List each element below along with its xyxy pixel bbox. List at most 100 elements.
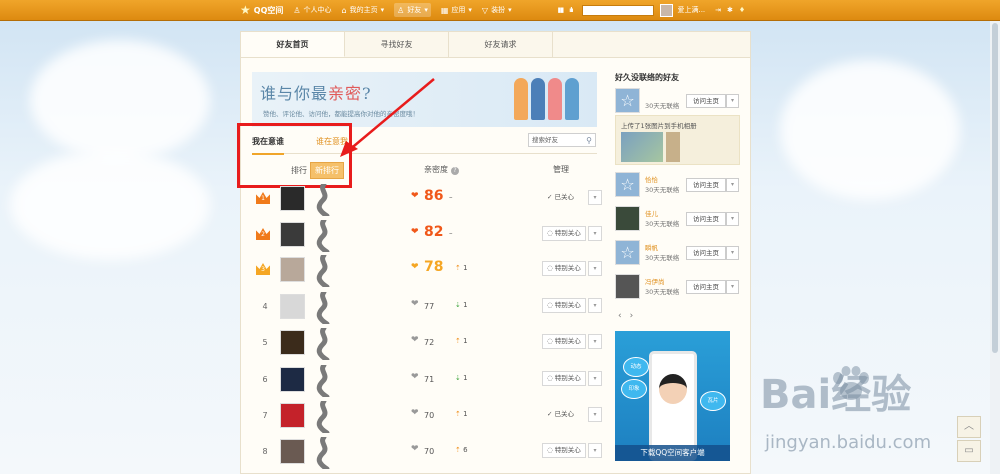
- visit-home-button[interactable]: 访问主页: [686, 178, 726, 192]
- nav-label: 我的主页: [349, 6, 378, 14]
- manage-dropdown[interactable]: ▾: [588, 298, 602, 313]
- chevron-down-icon: ▾: [593, 338, 597, 345]
- help-icon[interactable]: ?: [451, 167, 459, 175]
- friend-search-input[interactable]: 搜索好友 ⚲: [528, 133, 596, 147]
- care-button[interactable]: ◌ 特别关心: [542, 298, 586, 313]
- contact-avatar[interactable]: ☆: [615, 172, 640, 197]
- check-icon: ✓: [547, 410, 553, 418]
- next-arrow-icon[interactable]: ›: [630, 311, 642, 321]
- visit-dropdown[interactable]: ▾: [726, 94, 739, 108]
- chevron-down-icon: ▾: [730, 97, 734, 104]
- crown-icon: 2: [256, 228, 270, 240]
- contact-avatar[interactable]: ☆: [615, 240, 640, 265]
- banner-illustration: [514, 78, 579, 120]
- visit-dropdown[interactable]: ▾: [726, 212, 739, 226]
- contact-pager: ‹›: [618, 311, 641, 321]
- star-icon: ★: [240, 3, 251, 17]
- manage-dropdown[interactable]: ▾: [588, 226, 602, 241]
- download-app-link[interactable]: 下载QQ空间客户端: [615, 445, 730, 461]
- long-no-contact-title: 好久没联络的好友: [615, 73, 679, 82]
- feedback-button[interactable]: ▭: [957, 440, 981, 462]
- friend-avatar[interactable]: [280, 186, 305, 211]
- chevron-up-icon: ︿: [964, 421, 974, 432]
- contact-name[interactable]: 冯伊尚: [645, 276, 665, 286]
- manage-dropdown[interactable]: ▾: [588, 334, 602, 349]
- care-icon: ◌: [547, 301, 553, 309]
- qzone-logo[interactable]: ★ QQ空间: [240, 3, 283, 17]
- manage-dropdown[interactable]: ▾: [588, 371, 602, 386]
- pause-icon: ▮▮: [557, 6, 565, 14]
- care-button[interactable]: ◌ 特别关心: [542, 443, 586, 458]
- feed-card[interactable]: 上传了1张图片到手机相册: [615, 115, 740, 165]
- visit-home-button[interactable]: 访问主页: [686, 94, 726, 108]
- contact-name[interactable]: 瞬帆: [645, 242, 658, 252]
- care-button[interactable]: ◌ 特别关心: [542, 334, 586, 349]
- care-button[interactable]: ◌ 特别关心: [542, 371, 586, 386]
- visit-home-button[interactable]: 访问主页: [686, 212, 726, 226]
- search-icon[interactable]: ⚲: [586, 135, 592, 147]
- contact-avatar[interactable]: [615, 274, 640, 299]
- page-scrollbar[interactable]: [990, 21, 1000, 474]
- download-app-ad[interactable]: 动态 印象 瓦片 下载QQ空间客户端: [615, 331, 730, 461]
- rank-change-value: 1: [463, 337, 468, 345]
- contact-avatar[interactable]: ☆: [615, 88, 640, 113]
- manage-dropdown[interactable]: ▾: [588, 190, 602, 205]
- care-icon: ◌: [547, 264, 553, 272]
- manage-dropdown[interactable]: ▾: [588, 261, 602, 276]
- tab-friend-requests[interactable]: 好友请求: [449, 32, 553, 57]
- top-search-input[interactable]: [582, 4, 655, 16]
- friend-avatar[interactable]: [280, 294, 305, 319]
- prev-arrow-icon[interactable]: ‹: [618, 311, 630, 321]
- care-button[interactable]: ✓ 已关心: [542, 190, 579, 205]
- chevron-down-icon: ▾: [730, 249, 734, 256]
- tab-friends-home[interactable]: 好友首页: [241, 32, 345, 57]
- friend-avatar[interactable]: [280, 257, 305, 282]
- contact-name[interactable]: 恰恰: [645, 174, 658, 184]
- feed-image[interactable]: [666, 132, 680, 162]
- contact-avatar[interactable]: [615, 206, 640, 231]
- visit-dropdown[interactable]: ▾: [726, 280, 739, 294]
- table-row: 5 ❤ 72 ⇡ 1 ◌ 特别关心 ▾: [252, 328, 602, 360]
- redaction-scribble: [316, 401, 330, 433]
- friends-tabs: 好友首页 寻找好友 好友请求: [241, 32, 750, 58]
- visit-dropdown[interactable]: ▾: [726, 246, 739, 260]
- visit-home-button[interactable]: 访问主页: [686, 280, 726, 294]
- user-name[interactable]: 爱上满...: [677, 5, 705, 15]
- rank-change-value: 1: [463, 264, 468, 272]
- care-status: 已关心: [554, 410, 575, 418]
- redaction-scribble: [316, 365, 330, 397]
- friend-avatar[interactable]: [280, 222, 305, 247]
- contact-name[interactable]: 佳儿: [645, 208, 658, 218]
- vip-button[interactable]: ♦: [739, 6, 745, 14]
- feed-image[interactable]: [621, 132, 663, 162]
- nav-decor[interactable]: ▽ 装扮 ▾: [482, 5, 512, 15]
- friend-avatar[interactable]: [280, 403, 305, 428]
- intimacy-score: 71: [424, 375, 435, 384]
- back-to-top-button[interactable]: ︿: [957, 416, 981, 438]
- manage-dropdown[interactable]: ▾: [588, 443, 602, 458]
- tab-find-friends[interactable]: 寻找好友: [345, 32, 449, 57]
- friend-avatar[interactable]: [280, 439, 305, 464]
- scrollbar-thumb[interactable]: [992, 23, 998, 353]
- care-button[interactable]: ✓ 已关心: [542, 407, 579, 422]
- crown-icon: 3: [256, 263, 270, 275]
- friend-avatar[interactable]: [280, 367, 305, 392]
- settings-button[interactable]: ✱: [727, 6, 733, 14]
- visit-home-button[interactable]: 访问主页: [686, 246, 726, 260]
- face-illustration: [659, 374, 687, 404]
- music-pause-button[interactable]: ▮▮ ılı: [557, 6, 574, 14]
- nav-my-home[interactable]: ⌂ 我的主页 ▾: [342, 5, 385, 15]
- nav-friends[interactable]: ♙ 好友 ▾: [394, 3, 431, 17]
- chevron-down-icon: ▾: [730, 283, 734, 290]
- nav-personal-center[interactable]: ♙ 个人中心: [293, 5, 331, 15]
- logout-button[interactable]: ⇥: [715, 6, 721, 14]
- care-button[interactable]: ◌ 特别关心: [542, 226, 586, 241]
- star-icon: ☆: [620, 175, 635, 194]
- friend-avatar[interactable]: [280, 330, 305, 355]
- manage-dropdown[interactable]: ▾: [588, 407, 602, 422]
- visit-dropdown[interactable]: ▾: [726, 178, 739, 192]
- care-button[interactable]: ◌ 特别关心: [542, 261, 586, 276]
- heart-icon: ❤: [411, 262, 419, 272]
- nav-apps[interactable]: ▦ 应用 ▾: [441, 5, 472, 15]
- user-avatar[interactable]: [660, 3, 674, 17]
